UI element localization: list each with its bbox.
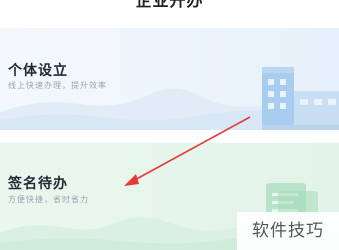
card-title: 签名待办: [8, 176, 68, 192]
building-icon: [262, 67, 339, 130]
individual-registration-card[interactable]: 个体设立 线上快速办理，提升效率: [0, 28, 339, 130]
card-title: 个体设立: [8, 63, 68, 79]
card-subtitle: 线上快速办理，提升效率: [8, 81, 107, 90]
watermark: 软件技巧: [237, 212, 339, 250]
page: 企业开办 个体设立 线上快速办理，提升效率 签名待办 方便快捷，省时省力 软件技…: [0, 0, 339, 250]
card-subtitle: 方便快捷，省时省力: [8, 195, 89, 204]
page-title: 企业开办: [135, 0, 204, 10]
